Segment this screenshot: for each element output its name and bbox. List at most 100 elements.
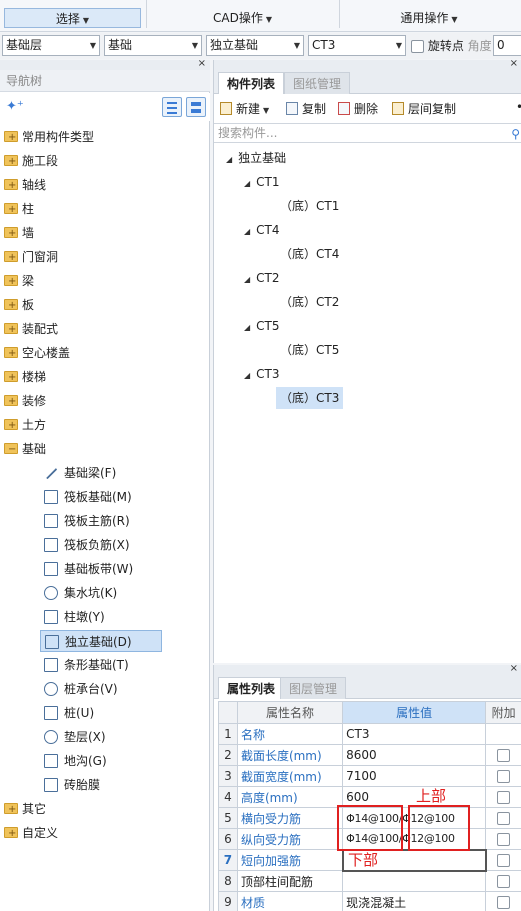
property-row[interactable]: 3 截面宽度(mm) 7100: [218, 765, 521, 787]
property-value[interactable]: CT3: [342, 723, 487, 745]
select-menu-button[interactable]: 选择 ▼: [4, 8, 141, 28]
tree-subitem-sump-pit[interactable]: 集水坑(K): [40, 582, 160, 604]
component-tree-root-label: 独立基础: [238, 151, 287, 165]
type-select[interactable]: 独立基础 ▼: [206, 35, 304, 56]
tree-item-label: 装配式: [22, 322, 59, 336]
component-group[interactable]: ◢ CT3: [244, 363, 280, 385]
chevron-down-icon: ▼: [395, 41, 402, 50]
component-leaf-selected[interactable]: （底）CT3: [276, 387, 344, 409]
tree-item-label: 墙: [22, 226, 35, 240]
extra-checkbox[interactable]: [497, 749, 511, 762]
property-row[interactable]: 1 名称 CT3: [218, 723, 521, 745]
grid-view-button[interactable]: [186, 97, 206, 117]
close-icon[interactable]: ×: [510, 58, 518, 69]
extra-checkbox[interactable]: [497, 791, 511, 804]
property-extra-cell: [485, 870, 521, 892]
raft-grid-icon: [44, 490, 58, 504]
general-operations-button[interactable]: 通用操作 ▼: [343, 8, 515, 28]
tree-subitem-cushion[interactable]: 垫层(X): [40, 726, 160, 748]
folder-icon: [4, 343, 18, 365]
folder-open-icon: [4, 439, 18, 461]
tab-drawing-management[interactable]: 图纸管理: [284, 72, 351, 94]
component-tree-root[interactable]: ◢ 独立基础: [226, 147, 286, 169]
extra-checkbox[interactable]: [497, 770, 511, 783]
tree-subitem-label: 桩承台(V): [64, 682, 118, 696]
annotation-top-label: 上部: [416, 787, 447, 805]
new-component-button[interactable]: 新建 ▼: [220, 100, 269, 118]
layer-select-value: 基础层: [6, 38, 43, 52]
annotation-box-top-rebar: [408, 805, 470, 851]
rotate-point-toggle[interactable]: 旋转点 角度: [411, 38, 492, 56]
property-value[interactable]: [342, 870, 487, 892]
property-extra-cell: [485, 828, 521, 850]
tree-subitem-foundation-strip[interactable]: 基础板带(W): [40, 558, 160, 580]
annotation-box-bottom-rebar: [337, 805, 403, 851]
property-row[interactable]: 8 顶部柱间配筋: [218, 870, 521, 892]
tree-item-label: 梁: [22, 274, 35, 288]
tree-subitem-column-pier[interactable]: 柱墩(Y): [40, 606, 160, 628]
copy-button[interactable]: 复制: [286, 100, 326, 118]
cad-operations-button[interactable]: CAD操作 ▼: [150, 8, 335, 28]
tree-subitem-trench[interactable]: 地沟(G): [40, 750, 160, 772]
tree-subitem-raft-foundation[interactable]: 筏板基础(M): [40, 486, 160, 508]
property-row[interactable]: 2 截面长度(mm) 8600: [218, 744, 521, 766]
tab-component-list[interactable]: 构件列表: [218, 72, 285, 94]
component-group-label: CT5: [256, 319, 280, 333]
close-icon[interactable]: ×: [510, 663, 518, 674]
component-group[interactable]: ◢ CT1: [244, 171, 280, 193]
tree-item-label: 空心楼盖: [22, 346, 71, 360]
list-view-button[interactable]: [162, 97, 182, 117]
tree-subitem-pile-cap[interactable]: 桩承台(V): [40, 678, 160, 700]
tree-subitem-strip-foundation[interactable]: 条形基础(T): [40, 654, 160, 676]
delete-button[interactable]: 删除: [338, 100, 378, 118]
component-leaf[interactable]: （底）CT5: [280, 339, 339, 361]
component-search-input[interactable]: 搜索构件... ⚲: [214, 123, 521, 143]
component-leaf[interactable]: （底）CT4: [280, 243, 339, 265]
category-select-value: 基础: [108, 38, 133, 52]
component-group[interactable]: ◢ CT5: [244, 315, 280, 337]
extra-checkbox[interactable]: [497, 833, 511, 846]
tab-property-list[interactable]: 属性列表: [218, 677, 285, 699]
tab-layer-management[interactable]: 图层管理: [280, 677, 347, 699]
rotate-point-checkbox[interactable]: [411, 40, 424, 53]
component-leaf[interactable]: （底）CT1: [280, 195, 339, 217]
property-value[interactable]: 7100: [342, 765, 487, 787]
extra-checkbox[interactable]: [497, 854, 511, 867]
search-icon[interactable]: ⚲: [511, 125, 520, 143]
floor-copy-button[interactable]: 层间复制: [392, 100, 456, 118]
new-file-icon: [220, 102, 232, 115]
sparkle-add-icon[interactable]: ✦⁺: [6, 99, 24, 114]
component-group[interactable]: ◢ CT4: [244, 219, 280, 241]
chevron-down-icon: ▼: [265, 15, 272, 24]
property-value[interactable]: 现浇混凝土: [342, 891, 487, 911]
component-select[interactable]: CT3 ▼: [308, 35, 406, 56]
row-number: 1: [218, 723, 238, 745]
tree-subitem-brick-mold[interactable]: 砖胎膜: [40, 774, 160, 796]
extra-checkbox[interactable]: [497, 875, 511, 888]
property-value[interactable]: 8600: [342, 744, 487, 766]
tree-subitem-pile[interactable]: 桩(U): [40, 702, 160, 724]
property-name: 高度(mm): [236, 786, 344, 808]
tree-subitem-isolated-foundation[interactable]: 独立基础(D): [40, 630, 162, 652]
collapse-triangle-icon: ◢: [244, 323, 251, 332]
property-row[interactable]: 9 材质 现浇混凝土: [218, 891, 521, 911]
property-name-header: 属性名称: [236, 701, 344, 724]
more-icon[interactable]: •: [516, 100, 521, 114]
tree-subitem-label: 独立基础(D): [65, 635, 132, 649]
component-group-label: CT1: [256, 175, 280, 189]
extra-checkbox[interactable]: [497, 896, 511, 909]
close-icon[interactable]: ×: [198, 58, 206, 69]
tree-subitem-raft-main-rebar[interactable]: 筏板主筋(R): [40, 510, 160, 532]
extra-checkbox[interactable]: [497, 812, 511, 825]
tree-subitem-foundation-beam[interactable]: 基础梁(F): [40, 462, 160, 484]
layer-select[interactable]: 基础层 ▼: [2, 35, 100, 56]
tree-subitem-raft-negative-rebar[interactable]: 筏板负筋(X): [40, 534, 160, 556]
angle-input[interactable]: 0: [493, 35, 521, 56]
general-operations-label: 通用操作: [400, 11, 449, 25]
folder-icon: [4, 127, 18, 149]
folder-icon: [4, 295, 18, 317]
component-leaf[interactable]: （底）CT2: [280, 291, 339, 313]
tree-subitem-label: 条形基础(T): [64, 658, 129, 672]
category-select[interactable]: 基础 ▼: [104, 35, 202, 56]
component-group[interactable]: ◢ CT2: [244, 267, 280, 289]
